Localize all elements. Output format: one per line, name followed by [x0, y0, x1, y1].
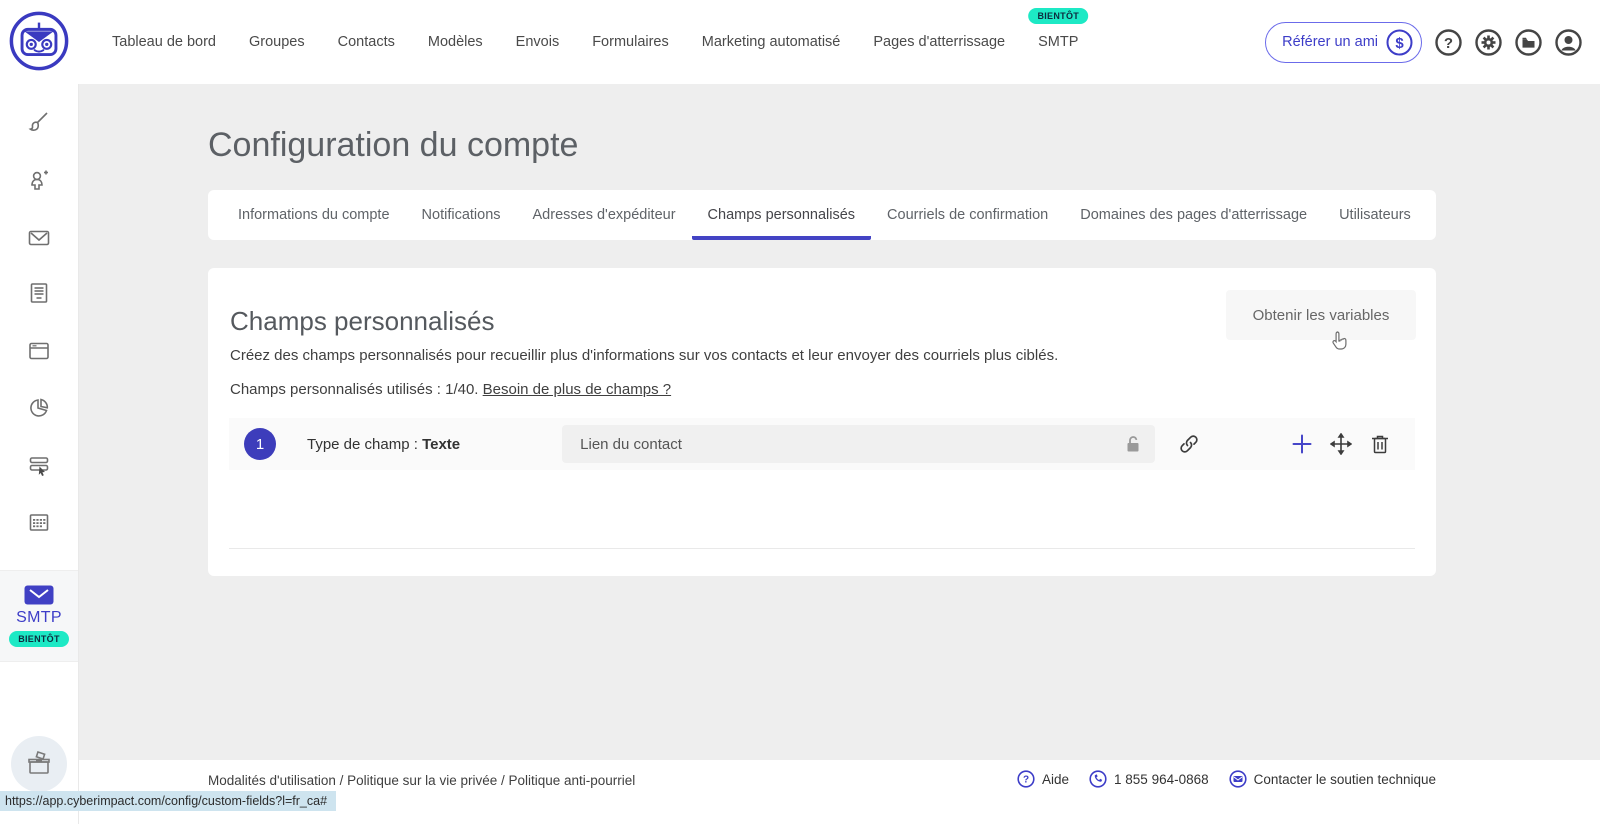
legal-links[interactable]: Modalités d'utilisation / Politique sur … — [208, 773, 635, 788]
usage-count: Champs personnalisés utilisés : 1/40. — [230, 381, 479, 398]
nav-groupes[interactable]: Groupes — [249, 34, 305, 50]
smtp-soon-badge: BIENTÔT — [1028, 8, 1089, 24]
get-variables-button[interactable]: Obtenir les variables — [1226, 290, 1416, 340]
tab-domaines-pages-atterrissage[interactable]: Domaines des pages d'atterrissage — [1064, 190, 1323, 240]
nav-tableau-de-bord[interactable]: Tableau de bord — [112, 34, 216, 50]
help-icon[interactable]: ? — [1435, 28, 1462, 56]
card-heading: Champs personnalisés — [230, 306, 495, 336]
page-title: Configuration du compte — [208, 126, 579, 164]
nav-smtp[interactable]: BIENTÔT SMTP — [1028, 8, 1089, 50]
account-icon[interactable] — [1555, 28, 1582, 56]
tab-adresses-expediteur[interactable]: Adresses d'expéditeur — [517, 190, 692, 240]
add-field-button[interactable] — [1291, 433, 1313, 455]
smtp-envelope-icon — [24, 585, 54, 605]
tab-courriels-confirmation[interactable]: Courriels de confirmation — [871, 190, 1064, 240]
more-fields-link[interactable]: Besoin de plus de champs ? — [483, 381, 671, 398]
gear-icon[interactable] — [1475, 28, 1502, 56]
nav-envois[interactable]: Envois — [516, 34, 560, 50]
svg-text:$: $ — [1395, 35, 1404, 52]
custom-fields-card: Obtenir les variables Champs personnalis… — [208, 268, 1436, 576]
field-name-input[interactable] — [562, 435, 1156, 453]
tab-champs-personnalises[interactable]: Champs personnalisés — [691, 190, 872, 240]
lock-icon — [1127, 436, 1139, 452]
phone-link[interactable]: 1 855 964-0868 — [1089, 770, 1209, 788]
svg-text:?: ? — [1444, 35, 1453, 52]
app-root: Tableau de bord Groupes Contacts Modèles… — [0, 0, 1600, 824]
sidebar-smtp-label: SMTP — [16, 609, 62, 626]
cyberimpact-logo[interactable] — [8, 8, 70, 74]
folder-icon[interactable] — [1515, 28, 1542, 56]
support-links: ? Aide 1 855 964-0868 Contacter le souti… — [1017, 770, 1436, 788]
add-contact-icon[interactable] — [27, 168, 51, 192]
mouse-cursor — [1332, 331, 1347, 350]
custom-field-row: 1 Type de champ : Texte — [229, 418, 1415, 470]
link-icon[interactable] — [1178, 433, 1200, 455]
mail-circle-icon — [1229, 770, 1247, 788]
field-actions — [1291, 432, 1391, 456]
card-description: Créez des champs personnalisés pour recu… — [230, 347, 1059, 364]
top-header: Tableau de bord Groupes Contacts Modèles… — [0, 0, 1600, 84]
refer-friend-button[interactable]: Référer un ami $ — [1265, 21, 1422, 63]
ballot-box-button[interactable] — [11, 736, 67, 792]
move-field-handle[interactable] — [1329, 432, 1353, 456]
tab-informations-du-compte[interactable]: Informations du compte — [222, 190, 406, 240]
sidebar-item-smtp[interactable]: SMTP BIENTÔT — [0, 570, 78, 662]
field-type-label: Type de champ : Texte — [307, 435, 461, 453]
tab-utilisateurs[interactable]: Utilisateurs — [1323, 190, 1427, 240]
brush-icon[interactable] — [27, 110, 51, 134]
nav-formulaires[interactable]: Formulaires — [592, 34, 669, 50]
phone-icon — [1089, 770, 1107, 788]
settings-tabs: Informations du compte Notifications Adr… — [208, 190, 1436, 240]
nav-marketing-automatise[interactable]: Marketing automatisé — [702, 34, 841, 50]
ballot-box-icon — [28, 751, 50, 774]
help-circle-icon: ? — [1017, 770, 1035, 788]
contact-support-link[interactable]: Contacter le soutien technique — [1229, 770, 1436, 788]
tab-notifications[interactable]: Notifications — [406, 190, 517, 240]
status-bar-url: https://app.cyberimpact.com/config/custo… — [0, 791, 337, 811]
delete-field-button[interactable] — [1369, 433, 1391, 455]
envelope-icon[interactable] — [27, 226, 51, 250]
document-icon[interactable] — [27, 281, 51, 305]
dollar-icon: $ — [1386, 29, 1413, 55]
help-link[interactable]: ? Aide — [1017, 770, 1069, 788]
field-number-badge: 1 — [244, 428, 276, 460]
field-name-input-wrapper — [562, 425, 1156, 463]
browser-window-icon[interactable] — [27, 339, 51, 363]
forms-icon[interactable] — [27, 453, 51, 477]
sidebar-smtp-soon-badge: BIENTÔT — [9, 631, 69, 647]
card-divider — [229, 548, 1415, 549]
nav-contacts[interactable]: Contacts — [338, 34, 395, 50]
nav-pages-atterrissage[interactable]: Pages d'atterrissage — [873, 34, 1005, 50]
usage-line: Champs personnalisés utilisés : 1/40. Be… — [230, 381, 671, 398]
main-navigation: Tableau de bord Groupes Contacts Modèles… — [112, 0, 1089, 84]
calendar-icon[interactable] — [27, 510, 51, 534]
svg-text:?: ? — [1023, 775, 1029, 786]
nav-modeles[interactable]: Modèles — [428, 34, 483, 50]
pie-chart-icon[interactable] — [27, 396, 51, 420]
header-actions: Référer un ami $ ? — [1265, 0, 1582, 84]
left-sidebar: SMTP BIENTÔT — [0, 84, 79, 824]
